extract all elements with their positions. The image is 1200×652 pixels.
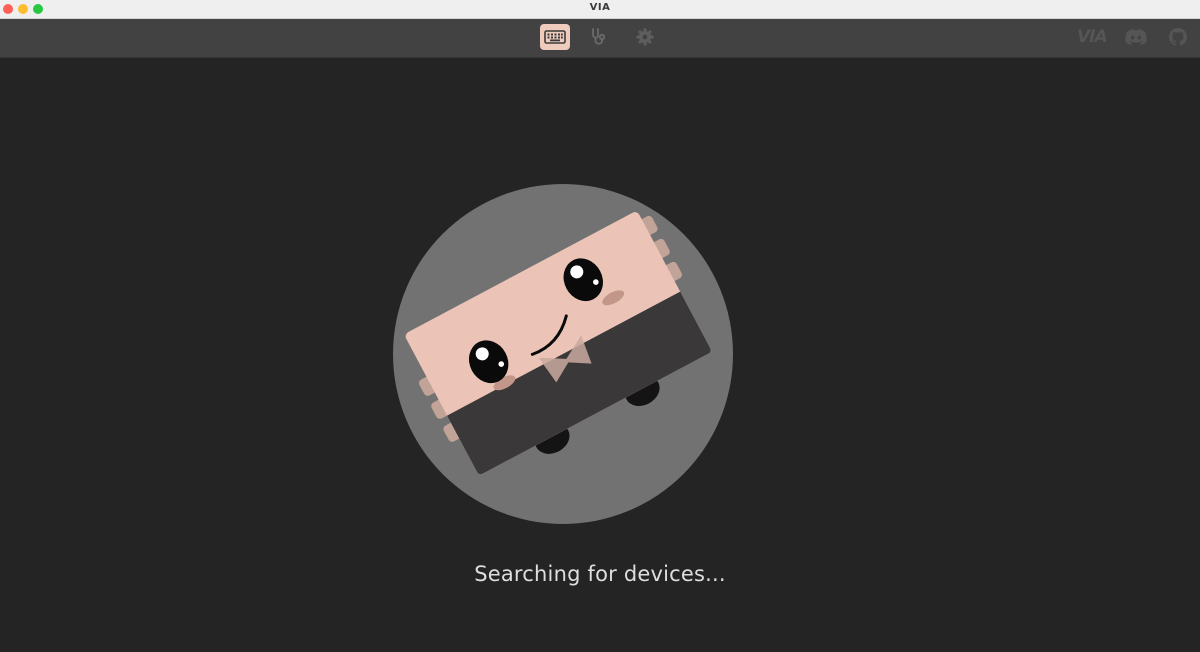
keyboard-icon [544,30,566,44]
via-logo-icon: VIA [1077,27,1108,47]
via-website-link[interactable]: VIA [1077,25,1108,49]
github-icon [1169,28,1187,46]
tab-configure[interactable] [540,24,570,50]
tab-settings[interactable] [630,24,660,50]
github-link[interactable] [1168,25,1188,49]
toolbar: VIA [0,19,1200,58]
tab-key-tester[interactable] [584,24,614,50]
main-content: Searching for devices... [0,58,1200,652]
keyboard-mascot-image [393,184,733,524]
mascot-illustration [392,183,734,525]
searching-status: Searching for devices... [474,562,726,586]
discord-icon [1125,29,1147,45]
discord-link[interactable] [1124,25,1148,49]
window-title: VIA [589,2,611,13]
gear-icon [636,28,654,46]
stethoscope-icon [592,28,606,45]
title-bar: VIA [0,0,1200,19]
app-window: VIA VIA Searching for devices... [0,0,1200,652]
